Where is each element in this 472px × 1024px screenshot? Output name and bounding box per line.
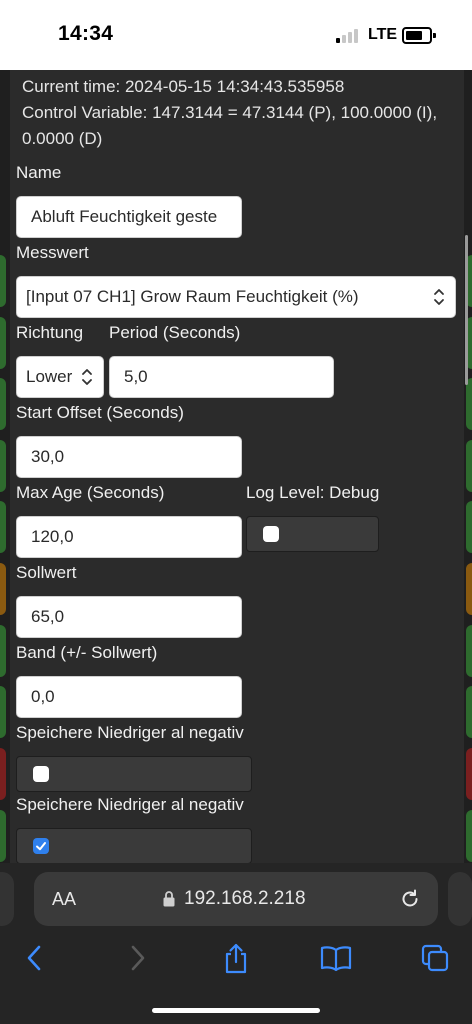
lock-icon: [162, 890, 176, 913]
reload-icon[interactable]: [398, 887, 422, 916]
tabs-icon[interactable]: [420, 943, 450, 973]
scrollbar[interactable]: [465, 235, 468, 385]
max-age-label: Max Age (Seconds): [16, 483, 165, 502]
store-lower-label-2: Speichere Niedriger al negativ: [16, 795, 244, 814]
log-level-label: Log Level: Debug: [246, 483, 380, 502]
address-bar[interactable]: AA 192.168.2.218: [34, 872, 438, 926]
richtung-select[interactable]: Lower: [16, 356, 104, 398]
chevron-updown-icon: [81, 357, 93, 397]
status-bar: 14:34 LTE: [0, 0, 472, 70]
url-text: 192.168.2.218: [184, 888, 306, 909]
back-icon[interactable]: [20, 943, 50, 973]
sollwert-input[interactable]: 65,0: [16, 596, 242, 638]
log-level-checkbox-container: [246, 516, 379, 552]
network-type: LTE: [368, 26, 398, 43]
messwert-label: Messwert: [16, 243, 89, 262]
max-age-input[interactable]: 120,0: [16, 516, 242, 558]
signal-strength-icon: [336, 29, 360, 43]
status-time: 14:34: [58, 22, 114, 45]
checkmark-icon: [36, 842, 46, 851]
bookmarks-icon[interactable]: [320, 943, 352, 973]
band-input[interactable]: 0,0: [16, 676, 242, 718]
messwert-select[interactable]: [Input 07 CH1] Grow Raum Feuchtigkeit (%…: [16, 276, 456, 318]
forward-icon[interactable]: [122, 943, 152, 973]
previous-tab-pill[interactable]: [0, 872, 14, 926]
start-offset-label: Start Offset (Seconds): [16, 403, 184, 422]
log-level-checkbox[interactable]: [263, 526, 279, 542]
store-lower-checkbox-2[interactable]: [33, 838, 49, 854]
period-input[interactable]: 5,0: [109, 356, 334, 398]
store-lower-checkbox-container-1: [16, 756, 252, 792]
share-icon[interactable]: [221, 943, 251, 974]
name-label: Name: [16, 163, 62, 182]
messwert-select-value: [Input 07 CH1] Grow Raum Feuchtigkeit (%…: [26, 287, 359, 306]
store-lower-label-1: Speichere Niedriger al negativ: [16, 723, 244, 742]
battery-icon: [402, 27, 436, 44]
chevron-updown-icon: [433, 277, 445, 317]
home-indicator[interactable]: [152, 1008, 320, 1013]
store-lower-checkbox-1[interactable]: [33, 766, 49, 782]
name-input[interactable]: Abluft Feuchtigkeit geste: [16, 196, 242, 238]
sollwert-label: Sollwert: [16, 563, 77, 582]
status-info: Current time: 2024-05-15 14:34:43.535958…: [22, 74, 452, 152]
band-label: Band (+/- Sollwert): [16, 643, 158, 662]
richtung-select-value: Lower: [26, 367, 73, 386]
start-offset-input[interactable]: 30,0: [16, 436, 242, 478]
store-lower-checkbox-container-2: [16, 828, 252, 863]
control-variable-text: Control Variable: 147.3144 = 47.3144 (P)…: [22, 103, 438, 148]
pid-settings-panel: Current time: 2024-05-15 14:34:43.535958…: [10, 70, 464, 863]
next-tab-pill[interactable]: [448, 872, 472, 926]
text-size-button[interactable]: AA: [52, 889, 76, 910]
current-time-text: Current time: 2024-05-15 14:34:43.535958: [22, 77, 345, 96]
period-label: Period (Seconds): [109, 323, 241, 342]
richtung-label: Richtung: [16, 323, 84, 342]
browser-toolbar: AA 192.168.2.218: [0, 863, 472, 1024]
